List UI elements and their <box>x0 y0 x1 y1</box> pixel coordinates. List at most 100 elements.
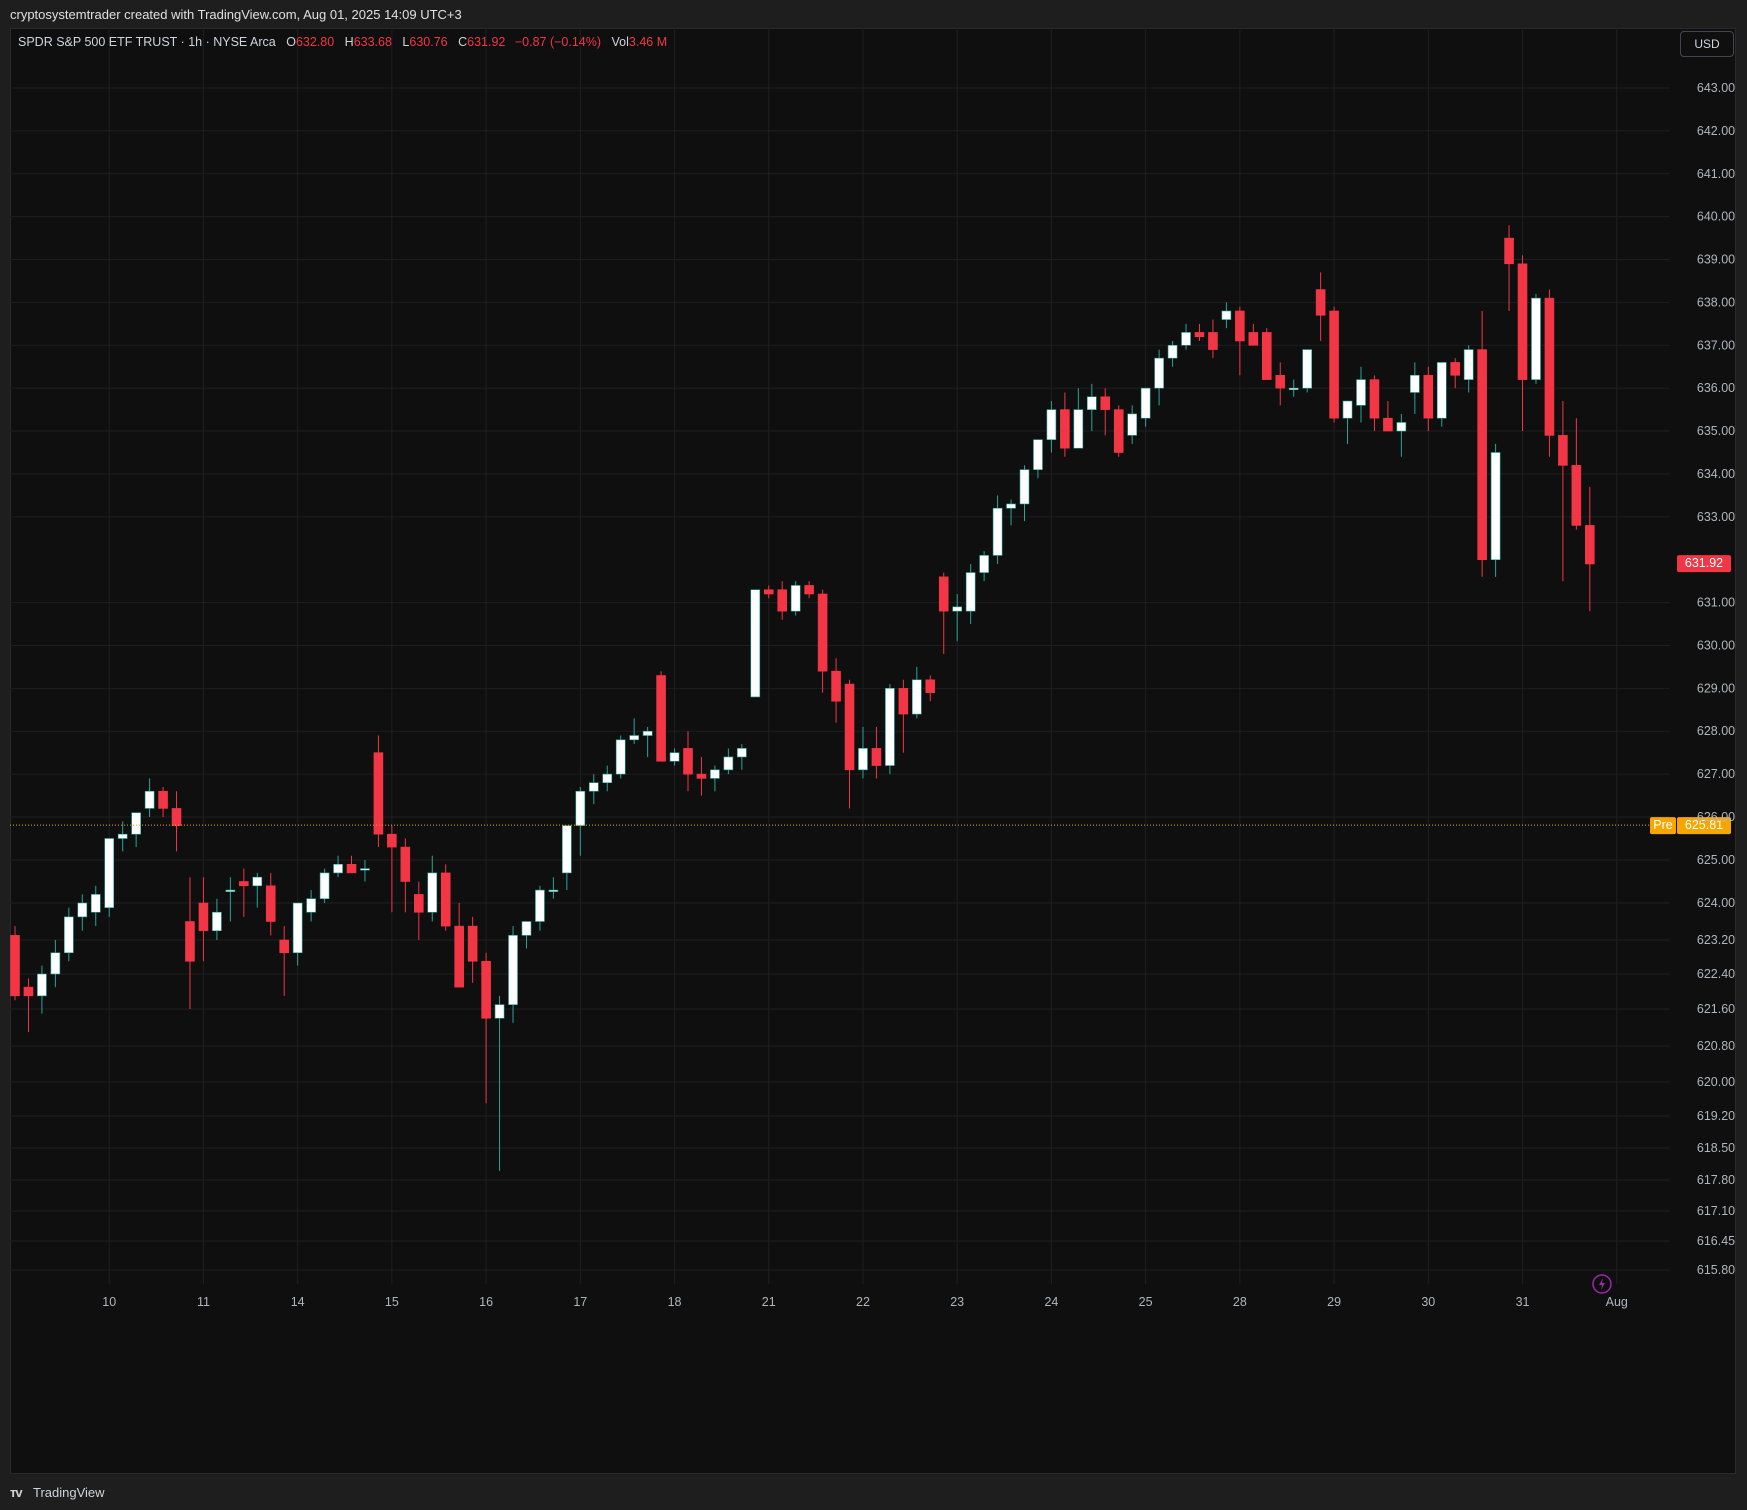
candle-body <box>23 986 34 997</box>
x-tick-label: 23 <box>950 1295 964 1309</box>
candle-body <box>831 670 841 702</box>
candle-body <box>562 825 572 874</box>
candle-body <box>467 925 478 962</box>
footer-brand[interactable]: TradingView <box>33 1485 105 1500</box>
candle-body <box>1154 357 1164 389</box>
candle-body <box>198 902 209 932</box>
candle-body <box>737 748 747 758</box>
open-label: O <box>286 35 296 49</box>
candle-body <box>844 683 855 771</box>
y-tick-label: 621.60 <box>1697 1002 1735 1016</box>
candle-body <box>1033 439 1043 470</box>
y-tick-label: 633.00 <box>1697 510 1735 524</box>
candle-body <box>750 589 761 698</box>
candlestick-chart[interactable]: Pre 625.81631.92 643.00 642.00 641.00 640.00… <box>10 28 1736 1474</box>
volume-value: 3.46 M <box>628 35 668 49</box>
candle-body <box>1167 344 1178 359</box>
candle-body <box>1113 409 1124 453</box>
x-tick-label: 28 <box>1233 1295 1247 1309</box>
candle-body <box>1060 409 1070 449</box>
candle-body <box>64 916 74 954</box>
candle-body <box>1288 387 1299 390</box>
candle-body <box>535 889 545 922</box>
grid-layer <box>10 28 1670 1284</box>
candle-body <box>494 1004 505 1019</box>
y-tick-label: 628.00 <box>1697 724 1735 738</box>
candle-body <box>871 748 882 766</box>
candle-body <box>292 902 303 954</box>
tradingview-logo-icon[interactable]: ᴛᴠ <box>10 1485 23 1500</box>
y-tick-label: 634.00 <box>1697 467 1735 481</box>
footer-bar: ᴛᴠ TradingView <box>0 1474 1747 1510</box>
y-tick-label: 629.00 <box>1697 681 1735 695</box>
y-tick-label: 639.00 <box>1697 253 1735 267</box>
candle-body <box>90 894 101 913</box>
y-tick-label: 642.00 <box>1697 124 1735 138</box>
candle-body <box>131 812 141 835</box>
candle-body <box>858 748 868 771</box>
candle-body <box>1571 465 1582 526</box>
candle-body <box>925 679 936 693</box>
low-value: 630.76 <box>409 35 448 49</box>
candle-body <box>696 773 707 779</box>
y-tick-label: 636.00 <box>1697 381 1735 395</box>
candle-body <box>979 555 989 573</box>
y-tick-label: 619.20 <box>1697 1109 1735 1123</box>
x-tick-label: 24 <box>1044 1295 1058 1309</box>
candle-body <box>669 752 680 762</box>
y-tick-label: 640.00 <box>1697 210 1735 224</box>
x-tick-label: 11 <box>197 1295 210 1309</box>
y-tick-label: 617.10 <box>1697 1204 1735 1218</box>
candle-body <box>440 872 451 927</box>
candle-body <box>1329 310 1339 419</box>
candle-body <box>898 688 909 715</box>
candle-body <box>373 752 384 835</box>
candle-body <box>1423 375 1434 419</box>
candle-body <box>1127 413 1137 436</box>
y-tick-label: 631.00 <box>1697 596 1735 610</box>
candle-body <box>37 973 47 997</box>
candle-body <box>1315 289 1326 316</box>
y-tick-label: 624.00 <box>1697 896 1735 910</box>
attribution-bar: cryptosystemtrader created with TradingV… <box>0 0 1747 28</box>
candle-body <box>333 863 343 874</box>
candle-body <box>387 833 397 848</box>
candle-body <box>454 925 464 988</box>
candle-body <box>360 868 370 871</box>
candle-body <box>279 939 290 954</box>
y-tick-label: 641.00 <box>1697 167 1735 181</box>
candle-body <box>1585 525 1595 565</box>
candle-body <box>1383 417 1393 432</box>
ohlc-legend: SPDR S&P 500 ETF TRUST · 1h · NYSE Arca … <box>18 35 667 49</box>
y-tick-label: 618.50 <box>1697 1141 1735 1155</box>
candle-body <box>50 952 61 975</box>
candle-body <box>521 921 532 936</box>
y-tick-label: 615.80 <box>1697 1263 1735 1277</box>
currency-button[interactable]: USD <box>1680 31 1734 57</box>
candle-body <box>965 572 976 612</box>
candle-body <box>1006 503 1016 509</box>
x-tick-label: 15 <box>385 1295 399 1309</box>
candle-body <box>319 872 330 900</box>
x-tick-label: Aug <box>1606 1295 1628 1309</box>
candle-body <box>427 872 438 913</box>
high-value: 633.68 <box>353 35 392 49</box>
y-tick-label: 635.00 <box>1697 424 1735 438</box>
candle-body <box>1261 332 1272 380</box>
candle-body <box>1019 469 1030 505</box>
candle-body <box>723 756 734 771</box>
candle-body <box>1275 375 1286 389</box>
candle-body <box>575 790 586 826</box>
symbol-title[interactable]: SPDR S&P 500 ETF TRUST · 1h · NYSE Arca <box>18 35 276 49</box>
candle-body <box>938 576 949 612</box>
candle-body <box>212 911 222 932</box>
y-tick-label: 616.45 <box>1697 1234 1735 1248</box>
candle-body <box>1477 349 1487 561</box>
high-label: H <box>344 35 354 49</box>
candle-body <box>1410 375 1420 393</box>
candle-body <box>117 833 128 839</box>
x-tick-label: 16 <box>479 1295 493 1309</box>
candle-body <box>629 735 639 741</box>
candle-body <box>508 935 518 1005</box>
y-tick-label: 625.00 <box>1697 853 1735 867</box>
